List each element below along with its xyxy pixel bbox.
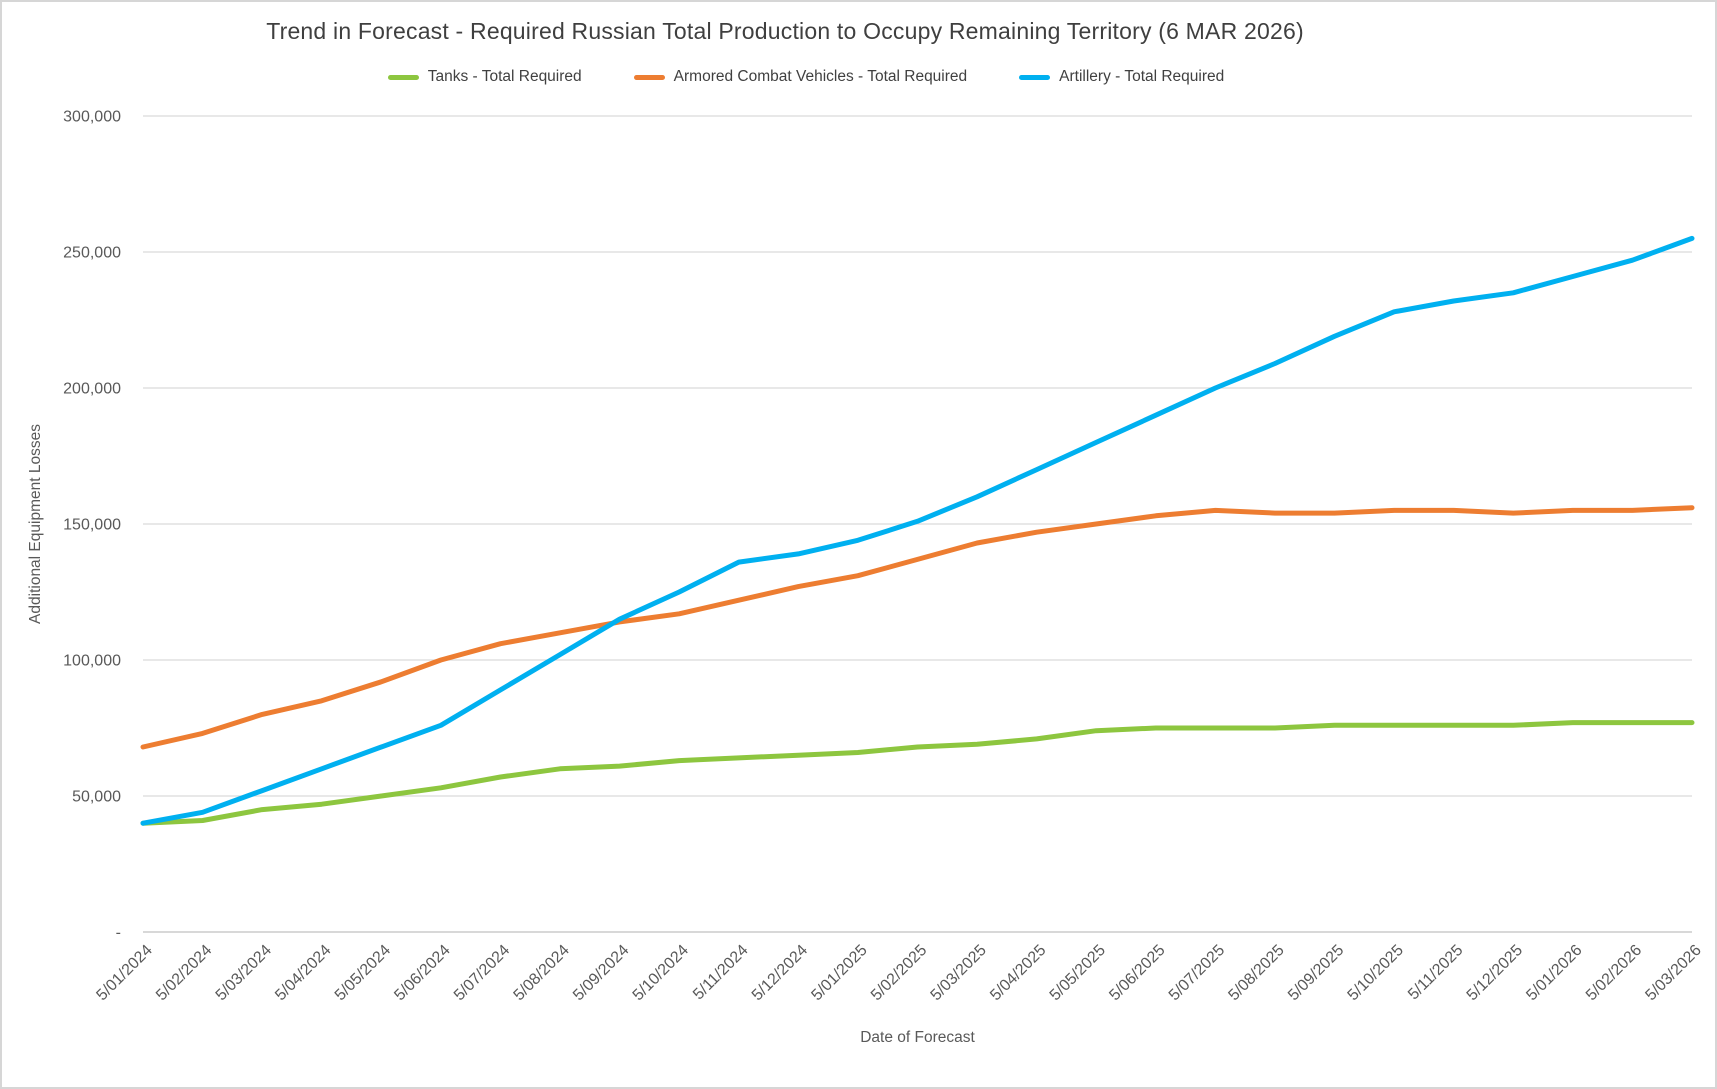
x-tick-label: 5/07/2025 bbox=[1166, 942, 1228, 1004]
x-tick-label: 5/10/2025 bbox=[1345, 942, 1407, 1004]
x-tick-label: 5/02/2024 bbox=[153, 942, 215, 1004]
x-tick-label: 5/11/2024 bbox=[690, 942, 752, 1004]
x-tick-label: 5/07/2024 bbox=[451, 942, 513, 1004]
x-tick-label: 5/09/2024 bbox=[570, 942, 632, 1004]
x-tick-label: 5/03/2026 bbox=[1642, 942, 1704, 1004]
x-tick-label: 5/06/2024 bbox=[391, 942, 453, 1004]
x-tick-label: 5/06/2025 bbox=[1106, 942, 1168, 1004]
x-tick-label: 5/01/2025 bbox=[808, 942, 870, 1004]
x-axis-title: Date of Forecast bbox=[860, 1029, 975, 1046]
x-tick-label: 5/01/2024 bbox=[93, 942, 155, 1004]
y-tick-label: 50,000 bbox=[72, 789, 121, 806]
y-axis-title: Additional Equipment Losses bbox=[27, 424, 44, 624]
y-tick-label: - bbox=[116, 925, 121, 942]
y-tick-label: 100,000 bbox=[63, 653, 121, 670]
line-chart: - 50,000 100,000 150,000 200,000 250,000 300,0… bbox=[2, 2, 1717, 1089]
x-tick-label: 5/04/2024 bbox=[272, 942, 334, 1004]
x-tick-label: 5/12/2024 bbox=[749, 942, 811, 1004]
series-line-armored bbox=[143, 508, 1692, 747]
series-line-artillery bbox=[143, 238, 1692, 823]
x-tick-label: 5/03/2025 bbox=[928, 942, 990, 1004]
y-tick-label: 250,000 bbox=[63, 245, 121, 262]
x-tick-label: 5/05/2024 bbox=[332, 942, 394, 1004]
series-line-tanks bbox=[143, 723, 1692, 824]
x-tick-label: 5/04/2025 bbox=[987, 942, 1049, 1004]
x-tick-label: 5/10/2024 bbox=[630, 942, 692, 1004]
x-tick-label: 5/11/2025 bbox=[1405, 942, 1467, 1004]
x-tick-label: 5/08/2025 bbox=[1225, 942, 1287, 1004]
y-tick-label: 200,000 bbox=[63, 381, 121, 398]
y-tick-label: 300,000 bbox=[63, 109, 121, 126]
x-tick-label: 5/03/2024 bbox=[213, 942, 275, 1004]
x-tick-label: 5/09/2025 bbox=[1285, 942, 1347, 1004]
y-tick-label: 150,000 bbox=[63, 517, 121, 534]
chart-canvas: Trend in Forecast - Required Russian Tot… bbox=[0, 0, 1717, 1089]
x-tick-label: 5/01/2026 bbox=[1523, 942, 1585, 1004]
x-tick-label: 5/05/2025 bbox=[1047, 942, 1109, 1004]
x-tick-label: 5/12/2025 bbox=[1464, 942, 1526, 1004]
x-tick-label: 5/02/2026 bbox=[1583, 942, 1645, 1004]
x-tick-label: 5/02/2025 bbox=[868, 942, 930, 1004]
x-tick-label: 5/08/2024 bbox=[511, 942, 573, 1004]
